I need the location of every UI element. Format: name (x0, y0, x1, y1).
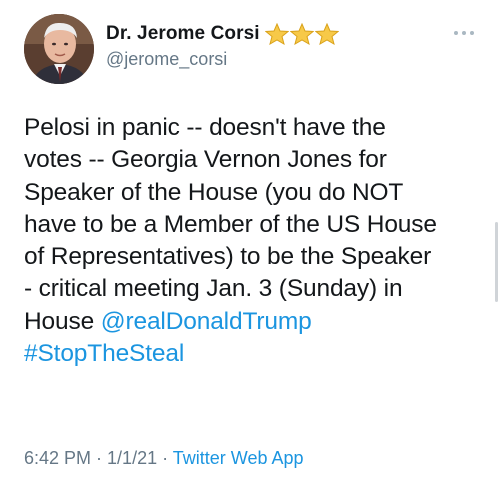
tweet-text: Pelosi in panic -- doesn't have the vote… (24, 112, 484, 370)
tweet-text-line: of Representatives) to be the Speaker (24, 243, 432, 271)
tweet-text-line: #StopTheSteal (24, 338, 484, 370)
scrollbar-thumb[interactable] (495, 222, 498, 302)
star-icon (264, 23, 289, 45)
tweet-text-line: votes -- Georgia Vernon Jones for (24, 146, 387, 174)
hashtag-link[interactable]: #StopTheSteal (24, 340, 184, 367)
tweet-text-line: House @realDonaldTrump (24, 306, 484, 338)
tweet-text-line: have to be a Member of the US House (24, 210, 437, 238)
more-horizontal-icon[interactable] (452, 28, 476, 38)
meta-separator: · (157, 448, 173, 468)
tweet-card: Dr. Jerome Corsi @jerome_corsi Pelosi in… (0, 0, 500, 484)
star-icon (289, 23, 314, 45)
mention-link[interactable]: @realDonaldTrump (101, 308, 312, 335)
tweet-text-line: Speaker of the House (you do NOT (24, 178, 404, 206)
avatar[interactable] (24, 14, 94, 84)
tweet-text-fragment: House (24, 307, 101, 335)
star-icon (314, 23, 339, 45)
tweet-time[interactable]: 6:42 PM (24, 448, 91, 468)
avatar-photo (24, 14, 94, 84)
tweet-text-line: - critical meeting Jan. 3 (Sunday) in (24, 275, 403, 303)
tweet-metadata: 6:42 PM · 1/1/21 · Twitter Web App (24, 448, 304, 469)
tweet-source-link[interactable]: Twitter Web App (173, 448, 304, 468)
name-emoji-stars (264, 23, 339, 45)
meta-separator: · (91, 448, 108, 468)
author-name-row[interactable]: Dr. Jerome Corsi (106, 22, 339, 46)
author-display-name[interactable]: Dr. Jerome Corsi (106, 23, 260, 45)
tweet-date[interactable]: 1/1/21 (107, 448, 157, 468)
tweet-text-line: Pelosi in panic -- doesn't have the (24, 114, 386, 141)
author-handle[interactable]: @jerome_corsi (106, 49, 227, 70)
